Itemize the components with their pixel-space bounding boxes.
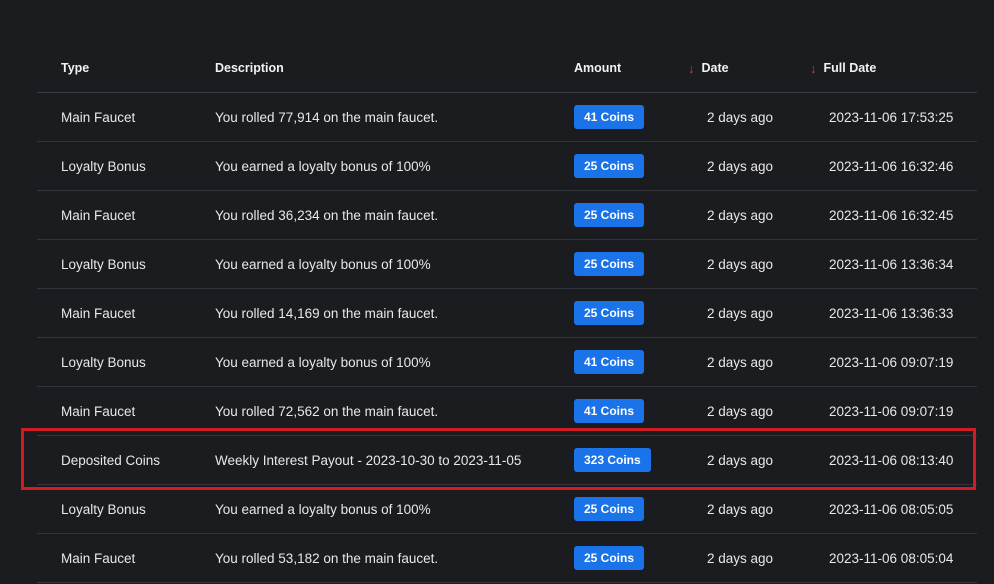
row-amount: 25 Coins	[574, 142, 645, 190]
column-header-description-label: Description	[215, 61, 284, 75]
amount-badge: 41 Coins	[574, 350, 645, 374]
row-type: Main Faucet	[61, 207, 136, 223]
row-type: Loyalty Bonus	[61, 158, 146, 174]
column-header-full-date[interactable]: ↓ Full Date	[810, 44, 876, 92]
row-full-date: 2023-11-06 09:07:19	[829, 403, 954, 419]
row-date: 2 days ago	[707, 158, 774, 174]
column-header-amount-label: Amount	[574, 61, 622, 75]
amount-badge: 25 Coins	[574, 497, 645, 521]
row-amount: 323 Coins	[574, 436, 651, 484]
column-header-type-label: Type	[61, 61, 90, 75]
row-date: 2 days ago	[707, 256, 774, 272]
row-type: Main Faucet	[61, 109, 136, 125]
amount-badge: 41 Coins	[574, 105, 645, 129]
row-type: Loyalty Bonus	[61, 354, 146, 370]
row-full-date: 2023-11-06 16:32:46	[829, 158, 954, 174]
amount-badge: 25 Coins	[574, 301, 645, 325]
column-header-full-date-label: Full Date	[823, 61, 877, 75]
row-full-date: 2023-11-06 08:05:05	[829, 501, 954, 517]
amount-badge: 41 Coins	[574, 399, 645, 423]
row-date: 2 days ago	[707, 403, 774, 419]
row-amount: 25 Coins	[574, 534, 645, 582]
row-date: 2 days ago	[707, 354, 774, 370]
row-full-date: 2023-11-06 13:36:33	[829, 305, 954, 321]
row-description: You rolled 36,234 on the main faucet.	[215, 207, 439, 223]
row-amount: 25 Coins	[574, 240, 645, 288]
row-amount: 41 Coins	[574, 387, 645, 435]
column-header-description[interactable]: Description	[215, 44, 284, 92]
column-header-date-label: Date	[701, 61, 729, 75]
row-amount: 41 Coins	[574, 338, 645, 386]
row-full-date: 2023-11-06 08:13:40	[829, 452, 954, 468]
row-amount: 25 Coins	[574, 485, 645, 533]
table-row: Loyalty Bonus You earned a loyalty bonus …	[37, 142, 977, 191]
row-full-date: 2023-11-06 13:36:34	[829, 256, 954, 272]
table-row: Main Faucet You rolled 53,182 on the main…	[37, 534, 977, 583]
row-amount: 25 Coins	[574, 289, 645, 337]
row-date: 2 days ago	[707, 109, 774, 125]
table-row: Loyalty Bonus You earned a loyalty bonus …	[37, 338, 977, 387]
row-date: 2 days ago	[707, 207, 774, 223]
row-description: You earned a loyalty bonus of 100%	[215, 158, 431, 174]
row-description: You rolled 14,169 on the main faucet.	[215, 305, 439, 321]
row-full-date: 2023-11-06 17:53:25	[829, 109, 954, 125]
amount-badge: 323 Coins	[574, 448, 651, 472]
row-type: Deposited Coins	[61, 452, 161, 468]
table-row: Main Faucet You rolled 77,914 on the main…	[37, 93, 977, 142]
row-date: 2 days ago	[707, 452, 774, 468]
row-description: You rolled 53,182 on the main faucet.	[215, 550, 439, 566]
row-description: You earned a loyalty bonus of 100%	[215, 354, 431, 370]
row-description: You rolled 72,562 on the main faucet.	[215, 403, 439, 419]
row-amount: 25 Coins	[574, 191, 645, 239]
arrow-down-icon: ↓	[810, 60, 817, 76]
table-row: Deposited Coins Weekly Interest Payout - …	[37, 436, 977, 485]
table-row: Loyalty Bonus You earned a loyalty bonus …	[37, 485, 977, 534]
table-row: Main Faucet You rolled 36,234 on the main…	[37, 191, 977, 240]
row-description: You earned a loyalty bonus of 100%	[215, 501, 431, 517]
row-amount: 41 Coins	[574, 93, 645, 141]
row-description: You earned a loyalty bonus of 100%	[215, 256, 431, 272]
column-header-type[interactable]: Type	[61, 44, 89, 92]
table-row: Loyalty Bonus You earned a loyalty bonus …	[37, 240, 977, 289]
row-type: Loyalty Bonus	[61, 256, 146, 272]
table-row: Main Faucet You rolled 72,562 on the main…	[37, 387, 977, 436]
row-full-date: 2023-11-06 09:07:19	[829, 354, 954, 370]
arrow-down-icon: ↓	[688, 60, 695, 76]
row-type: Main Faucet	[61, 550, 136, 566]
transactions-table: Type Description Amount ↓ Date ↓ Full Da…	[37, 44, 977, 583]
column-header-date[interactable]: ↓ Date	[688, 44, 729, 92]
amount-badge: 25 Coins	[574, 252, 645, 276]
row-date: 2 days ago	[707, 305, 774, 321]
table-header: Type Description Amount ↓ Date ↓ Full Da…	[37, 44, 977, 93]
row-date: 2 days ago	[707, 550, 774, 566]
row-full-date: 2023-11-06 16:32:45	[829, 207, 954, 223]
table-row: Main Faucet You rolled 14,169 on the main…	[37, 289, 977, 338]
row-description: Weekly Interest Payout - 2023-10-30 to 2…	[215, 452, 522, 468]
row-date: 2 days ago	[707, 501, 774, 517]
row-type: Main Faucet	[61, 403, 136, 419]
column-header-amount[interactable]: Amount	[574, 44, 621, 92]
amount-badge: 25 Coins	[574, 203, 645, 227]
row-description: You rolled 77,914 on the main faucet.	[215, 109, 439, 125]
table-body: Main Faucet You rolled 77,914 on the main…	[37, 93, 977, 583]
row-type: Loyalty Bonus	[61, 501, 146, 517]
row-full-date: 2023-11-06 08:05:04	[829, 550, 954, 566]
row-type: Main Faucet	[61, 305, 136, 321]
amount-badge: 25 Coins	[574, 546, 645, 570]
amount-badge: 25 Coins	[574, 154, 645, 178]
